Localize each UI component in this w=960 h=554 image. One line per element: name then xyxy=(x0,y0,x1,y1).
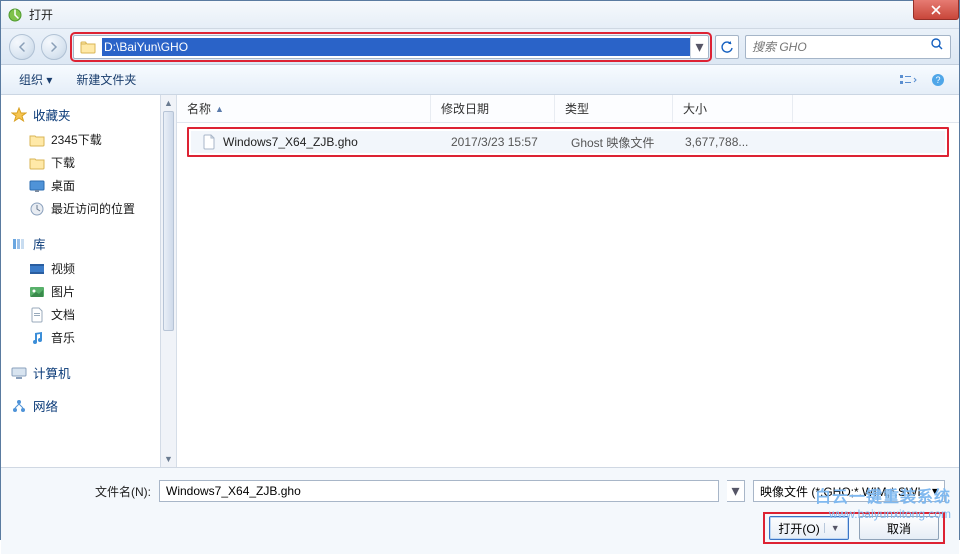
button-highlight: 打开(O) ▼ 取消 xyxy=(763,512,945,544)
sidebar-item-recent[interactable]: 最近访问的位置 xyxy=(9,197,168,220)
folder-icon xyxy=(74,36,102,58)
sidebar-scrollbar[interactable]: ▲ ▼ xyxy=(160,95,176,467)
sidebar-head-libraries[interactable]: 库 xyxy=(9,234,168,253)
file-date: 2017/3/23 15:57 xyxy=(441,135,561,149)
view-menu-button[interactable] xyxy=(895,69,921,91)
star-icon xyxy=(11,107,27,123)
network-icon xyxy=(11,398,27,414)
scroll-thumb[interactable] xyxy=(163,111,174,331)
body: 收藏夹 2345下载 下载 桌面 最近访问的位置 库 视频 图片 文档 音乐 xyxy=(1,95,959,467)
toolbar: 组织 ▾ 新建文件夹 ? xyxy=(1,65,959,95)
address-dropdown[interactable]: ▾ xyxy=(690,36,708,58)
sidebar-head-network[interactable]: 网络 xyxy=(9,396,168,415)
document-icon xyxy=(29,307,45,323)
open-file-dialog: 打开 D:\BaiYun\GHO ▾ 组织 ▾ xyxy=(0,0,960,540)
sidebar-item-videos[interactable]: 视频 xyxy=(9,257,168,280)
file-pane: 名称▲ 修改日期 类型 大小 Windows7_X64_ZJB.gho 2017… xyxy=(177,95,959,467)
sort-indicator-icon: ▲ xyxy=(215,104,224,114)
window-title: 打开 xyxy=(29,6,53,23)
back-button[interactable] xyxy=(9,34,35,60)
library-icon xyxy=(11,236,27,252)
file-row-highlight: Windows7_X64_ZJB.gho 2017/3/23 15:57 Gho… xyxy=(187,127,949,157)
col-type[interactable]: 类型 xyxy=(555,95,673,122)
help-button[interactable]: ? xyxy=(925,69,951,91)
app-icon xyxy=(7,7,23,23)
picture-icon xyxy=(29,284,45,300)
split-chevron-icon: ▼ xyxy=(824,523,840,533)
recent-icon xyxy=(29,201,45,217)
refresh-button[interactable] xyxy=(715,35,739,59)
sidebar-head-favorites[interactable]: 收藏夹 xyxy=(9,105,168,124)
close-button[interactable] xyxy=(913,0,959,20)
col-size[interactable]: 大小 xyxy=(673,95,793,122)
folder-icon xyxy=(29,132,45,148)
filetype-select[interactable]: 映像文件 (*.GHO;*.WIM;*.SWI ▾ xyxy=(753,480,945,502)
folder-icon xyxy=(29,155,45,171)
address-bar[interactable]: D:\BaiYun\GHO ▾ xyxy=(73,35,709,59)
search-box[interactable] xyxy=(745,35,951,59)
sidebar-item-music[interactable]: 音乐 xyxy=(9,326,168,349)
sidebar-item-documents[interactable]: 文档 xyxy=(9,303,168,326)
file-name: Windows7_X64_ZJB.gho xyxy=(223,135,358,149)
computer-icon xyxy=(11,365,27,381)
filename-dropdown[interactable]: ▾ xyxy=(727,480,745,502)
open-button[interactable]: 打开(O) ▼ xyxy=(769,516,849,540)
file-row[interactable]: Windows7_X64_ZJB.gho 2017/3/23 15:57 Gho… xyxy=(191,131,945,153)
scroll-down-button[interactable]: ▼ xyxy=(161,451,176,467)
sidebar-item-downloads[interactable]: 下载 xyxy=(9,151,168,174)
sidebar-item-pictures[interactable]: 图片 xyxy=(9,280,168,303)
sidebar: 收藏夹 2345下载 下载 桌面 最近访问的位置 库 视频 图片 文档 音乐 xyxy=(1,95,177,467)
titlebar: 打开 xyxy=(1,1,959,29)
search-icon xyxy=(930,37,944,56)
svg-text:?: ? xyxy=(935,75,940,85)
music-icon xyxy=(29,330,45,346)
file-size: 3,677,788... xyxy=(675,135,791,149)
col-name[interactable]: 名称▲ xyxy=(177,95,431,122)
chevron-down-icon: ▾ xyxy=(932,484,938,498)
search-input[interactable] xyxy=(752,40,924,54)
bottom-panel: 文件名(N): ▾ 映像文件 (*.GHO;*.WIM;*.SWI ▾ 打开(O… xyxy=(1,467,959,554)
organize-menu[interactable]: 组织 ▾ xyxy=(9,69,62,90)
filename-label: 文件名(N): xyxy=(15,483,151,500)
new-folder-button[interactable]: 新建文件夹 xyxy=(66,69,146,90)
sidebar-item-2345[interactable]: 2345下载 xyxy=(9,128,168,151)
desktop-icon xyxy=(29,178,45,194)
address-text: D:\BaiYun\GHO xyxy=(102,38,690,56)
cancel-button[interactable]: 取消 xyxy=(859,516,939,540)
video-icon xyxy=(29,261,45,277)
file-icon xyxy=(201,134,217,150)
file-type: Ghost 映像文件 xyxy=(561,134,675,151)
column-headers: 名称▲ 修改日期 类型 大小 xyxy=(177,95,959,123)
scroll-up-button[interactable]: ▲ xyxy=(161,95,176,111)
filetype-value: 映像文件 (*.GHO;*.WIM;*.SWI xyxy=(760,483,921,500)
filename-input[interactable] xyxy=(159,480,719,502)
forward-button[interactable] xyxy=(41,34,67,60)
nav-row: D:\BaiYun\GHO ▾ xyxy=(1,29,959,65)
sidebar-head-label: 收藏夹 xyxy=(33,105,71,124)
sidebar-item-desktop[interactable]: 桌面 xyxy=(9,174,168,197)
sidebar-head-computer[interactable]: 计算机 xyxy=(9,363,168,382)
col-date[interactable]: 修改日期 xyxy=(431,95,555,122)
